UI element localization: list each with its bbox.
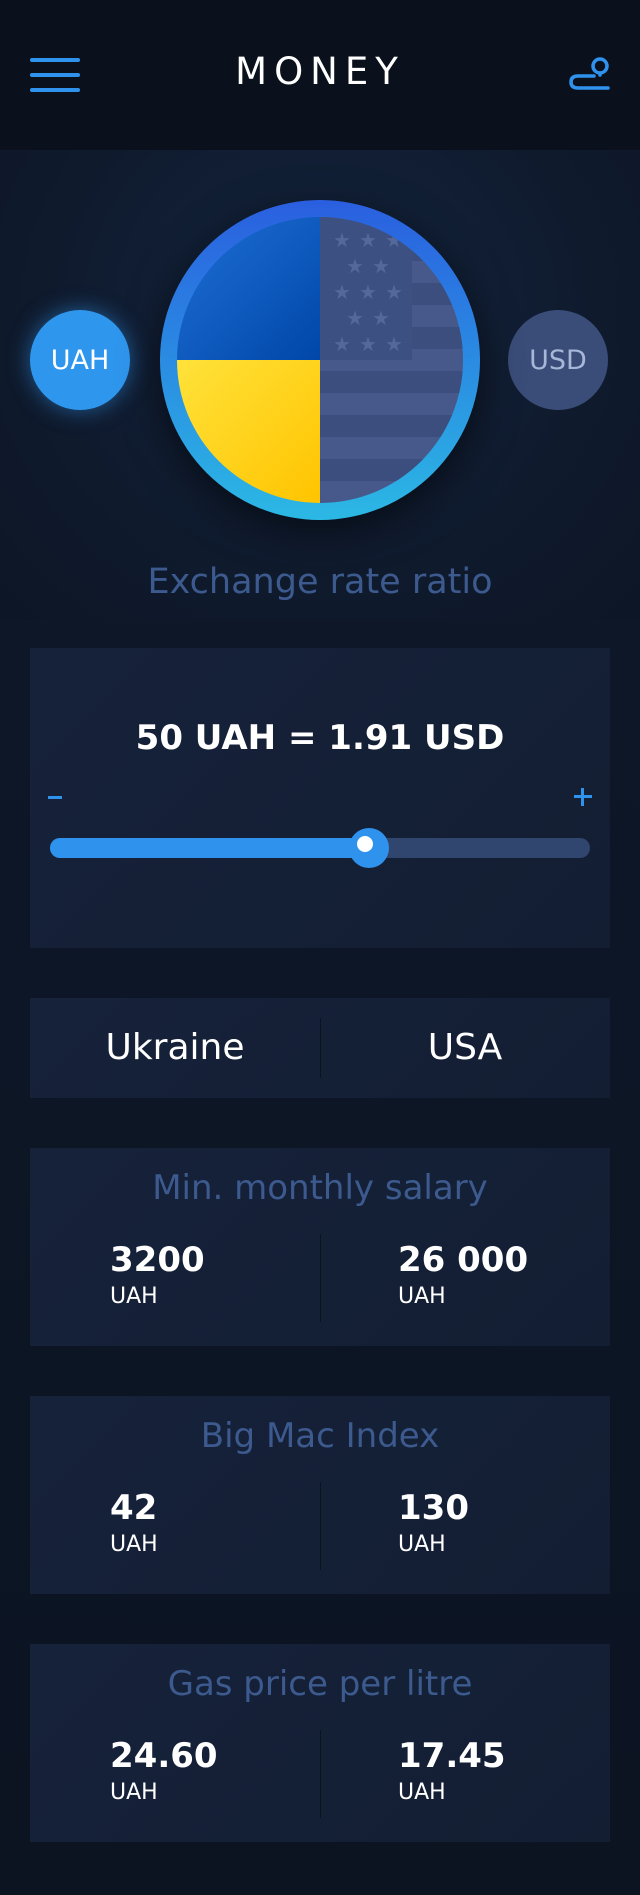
- svg-text:★: ★: [346, 254, 364, 278]
- divider: [320, 1234, 321, 1322]
- stat-value-usa: 130: [398, 1488, 469, 1528]
- divider: [320, 1482, 321, 1570]
- amount-slider[interactable]: [50, 828, 590, 868]
- stat-unit-ukraine: UAH: [110, 1780, 158, 1805]
- stat-value-ukraine: 3200: [110, 1240, 205, 1280]
- svg-text:★: ★: [333, 228, 351, 252]
- stat-card-big-mac: Big Mac Index 42 UAH 130 UAH: [30, 1396, 610, 1594]
- stat-title: Min. monthly salary: [152, 1168, 488, 1208]
- svg-text:★: ★: [359, 332, 377, 356]
- app-title: MONEY: [235, 50, 405, 93]
- svg-text:★: ★: [359, 228, 377, 252]
- route-pin-icon[interactable]: [568, 56, 612, 96]
- split-flag-graphic: ★ ★ ★ ★ ★ ★ ★ ★ ★ ★ ★ ★ ★: [177, 217, 463, 503]
- svg-text:★: ★: [333, 280, 351, 304]
- stat-value-usa: 26 000: [398, 1240, 529, 1280]
- stat-card-salary: Min. monthly salary 3200 UAH 26 000 UAH: [30, 1148, 610, 1346]
- exchange-rate-value: 50 UAH = 1.91 USD: [135, 718, 505, 758]
- svg-text:★: ★: [385, 332, 403, 356]
- currency-uah-button[interactable]: UAH: [30, 310, 130, 410]
- exchange-rate-label: Exchange rate ratio: [147, 562, 493, 602]
- split-flag: ★ ★ ★ ★ ★ ★ ★ ★ ★ ★ ★ ★ ★: [177, 217, 463, 503]
- countries-card: Ukraine USA: [30, 998, 610, 1098]
- stat-unit-ukraine: UAH: [110, 1284, 158, 1309]
- svg-text:★: ★: [372, 306, 390, 330]
- stat-unit-usa: UAH: [398, 1284, 446, 1309]
- slider-fill: [50, 838, 369, 858]
- svg-text:★: ★: [385, 228, 403, 252]
- slider-thumb[interactable]: [348, 828, 389, 868]
- svg-text:★: ★: [333, 332, 351, 356]
- exchange-card: 50 UAH = 1.91 USD: [30, 648, 610, 948]
- stat-unit-usa: UAH: [398, 1780, 446, 1805]
- stat-value-ukraine: 42: [110, 1488, 158, 1528]
- stat-value-usa: 17.45: [398, 1736, 506, 1776]
- usa-flag: ★ ★ ★ ★ ★ ★ ★ ★ ★ ★ ★ ★ ★: [320, 217, 463, 503]
- money-screen: MONEY UAH USD ★ ★ ★ ★ ★ ★ ★ ★ ★ ★ ★ ★ ★ …: [0, 0, 640, 1895]
- country-usa-label: USA: [427, 1027, 503, 1068]
- stat-card-gas-price: Gas price per litre 24.60 UAH 17.45 UAH: [30, 1644, 610, 1842]
- svg-text:★: ★: [359, 280, 377, 304]
- increase-button[interactable]: [574, 788, 592, 806]
- svg-text:★: ★: [385, 280, 403, 304]
- svg-text:★: ★: [372, 254, 390, 278]
- app-header: MONEY: [0, 0, 640, 150]
- country-ukraine-label: Ukraine: [105, 1027, 245, 1068]
- svg-text:★: ★: [346, 306, 364, 330]
- stat-value-ukraine: 24.60: [110, 1736, 218, 1776]
- currency-usd-button[interactable]: USD: [508, 310, 608, 410]
- stat-title: Big Mac Index: [200, 1416, 440, 1456]
- currency-flag-circle: ★ ★ ★ ★ ★ ★ ★ ★ ★ ★ ★ ★ ★: [160, 200, 480, 520]
- decrease-button[interactable]: [48, 796, 62, 799]
- divider: [320, 1730, 321, 1818]
- stat-title: Gas price per litre: [167, 1664, 473, 1704]
- stat-unit-usa: UAH: [398, 1532, 446, 1557]
- stat-unit-ukraine: UAH: [110, 1532, 158, 1557]
